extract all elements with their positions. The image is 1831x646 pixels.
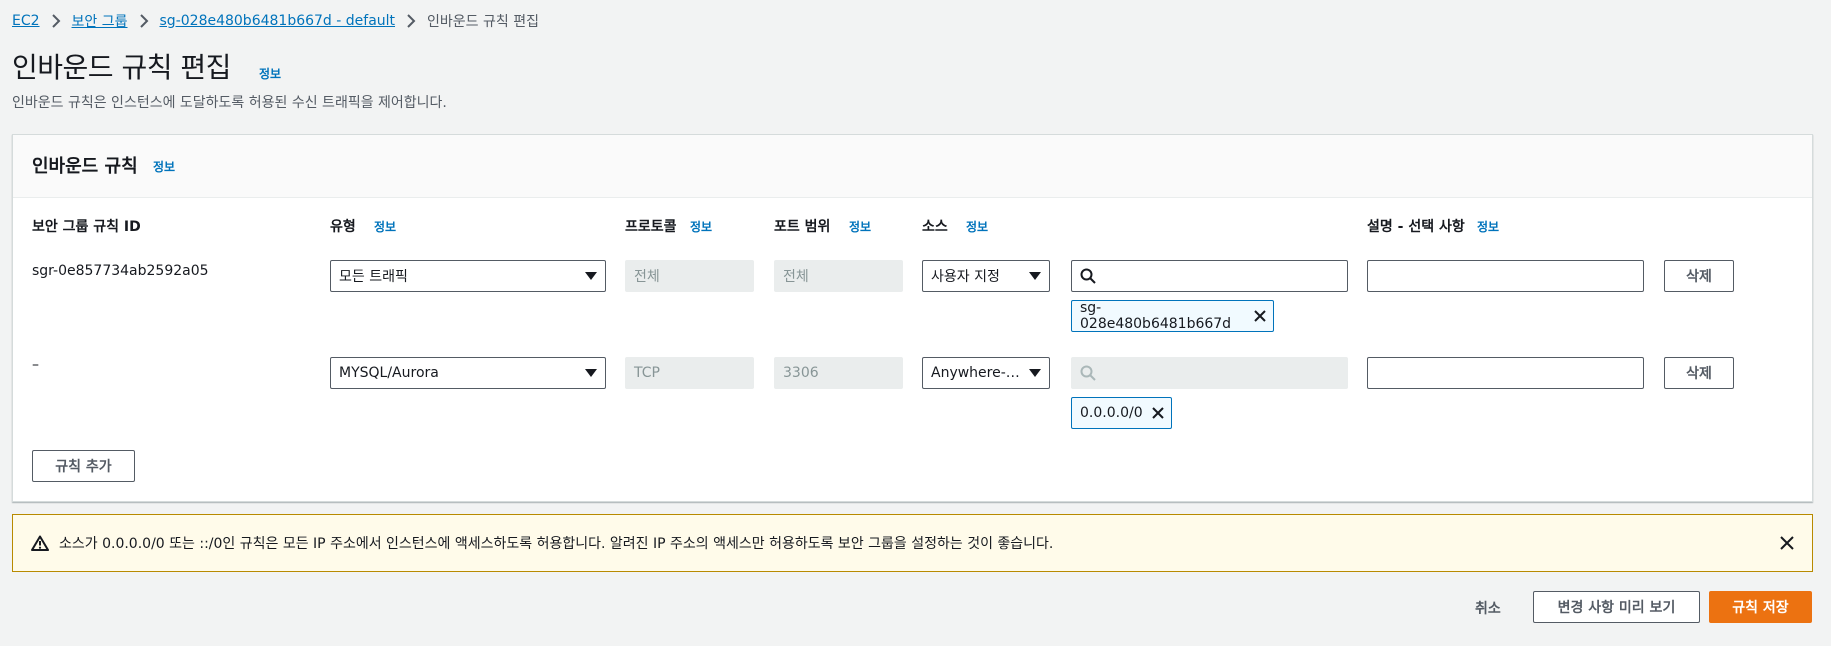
save-rules-button[interactable]: 규칙 저장: [1709, 591, 1812, 623]
info-link[interactable]: 정보: [690, 218, 712, 235]
column-header-source: 소스: [922, 219, 948, 235]
info-link[interactable]: 정보: [374, 218, 396, 235]
caret-down-icon: [585, 369, 597, 377]
source-token-label: 0.0.0.0/0: [1080, 405, 1143, 421]
description-input[interactable]: [1367, 357, 1644, 389]
type-select[interactable]: 모든 트래픽: [330, 260, 606, 292]
protocol-field: 전체: [625, 260, 754, 292]
search-icon: [1080, 268, 1096, 284]
type-select[interactable]: MYSQL/Aurora: [330, 357, 606, 389]
column-header-type: 유형: [330, 219, 356, 235]
source-token: 0.0.0.0/0: [1071, 397, 1172, 429]
panel-header: [13, 135, 1812, 198]
cancel-button[interactable]: 취소: [1475, 598, 1501, 618]
breadcrumb-current: 인바운드 규칙 편집: [427, 14, 539, 30]
info-link[interactable]: 정보: [153, 158, 175, 175]
breadcrumb-ec2[interactable]: EC2: [12, 13, 40, 29]
source-type-select[interactable]: 사용자 지정: [922, 260, 1050, 292]
close-icon[interactable]: [1151, 406, 1165, 420]
warning-icon: [31, 535, 49, 551]
chevron-right-icon: [395, 14, 427, 28]
panel-title: 인바운드 규칙: [32, 156, 138, 177]
rule-id: –: [32, 357, 39, 373]
caret-down-icon: [585, 272, 597, 280]
rule-id: sgr-0e857734ab2592a05: [32, 263, 209, 279]
column-header-rule-id: 보안 그룹 규칙 ID: [32, 219, 141, 235]
warning-alert: 소스가 0.0.0.0/0 또는 ::/0인 규칙은 모든 IP 주소에서 인스…: [12, 514, 1813, 572]
warning-alert-text: 소스가 0.0.0.0/0 또는 ::/0인 규칙은 모든 IP 주소에서 인스…: [59, 536, 1054, 552]
breadcrumb-security-group[interactable]: sg-028e480b6481b667d - default: [160, 13, 396, 29]
info-link[interactable]: 정보: [849, 218, 871, 235]
source-search-input: [1071, 357, 1348, 389]
chevron-right-icon: [128, 14, 160, 28]
caret-down-icon: [1029, 272, 1041, 280]
caret-down-icon: [1029, 369, 1041, 377]
info-link[interactable]: 정보: [259, 65, 281, 82]
search-icon: [1080, 365, 1096, 381]
source-search-input[interactable]: [1071, 260, 1348, 292]
delete-button[interactable]: 삭제: [1664, 260, 1734, 292]
column-header-port-range: 포트 범위: [774, 219, 831, 235]
source-type-value: Anywhere-…: [931, 365, 1020, 381]
close-icon[interactable]: [1780, 536, 1794, 550]
delete-button[interactable]: 삭제: [1664, 357, 1734, 389]
source-type-select[interactable]: Anywhere-…: [922, 357, 1050, 389]
close-icon[interactable]: [1253, 309, 1267, 323]
add-rule-button[interactable]: 규칙 추가: [32, 450, 135, 482]
source-token-label: sg-028e480b6481b667d: [1080, 300, 1232, 332]
column-header-protocol: 프로토콜: [625, 219, 677, 235]
breadcrumb: EC2 보안 그룹 sg-028e480b6481b667d - default…: [12, 10, 539, 32]
chevron-right-icon: [40, 14, 72, 28]
port-range-field: 전체: [774, 260, 903, 292]
preview-changes-button[interactable]: 변경 사항 미리 보기: [1533, 591, 1700, 623]
type-select-value: 모든 트래픽: [339, 269, 408, 285]
info-link[interactable]: 정보: [1477, 218, 1499, 235]
page-title: 인바운드 규칙 편집: [12, 51, 231, 84]
source-token: sg-028e480b6481b667d: [1071, 300, 1274, 332]
column-header-description: 설명 - 선택 사항: [1367, 219, 1465, 235]
port-range-field: 3306: [774, 357, 903, 389]
description-input[interactable]: [1367, 260, 1644, 292]
breadcrumb-security-groups[interactable]: 보안 그룹: [72, 11, 128, 31]
info-link[interactable]: 정보: [966, 218, 988, 235]
source-type-value: 사용자 지정: [931, 269, 1000, 285]
inbound-rules-panel: 인바운드 규칙 정보 보안 그룹 규칙 ID 유형 정보 프로토콜 정보 포트 …: [12, 134, 1813, 502]
protocol-field: TCP: [625, 357, 754, 389]
type-select-value: MYSQL/Aurora: [339, 365, 439, 381]
page-description: 인바운드 규칙은 인스턴스에 도달하도록 허용된 수신 트래픽을 제어합니다.: [12, 95, 447, 111]
